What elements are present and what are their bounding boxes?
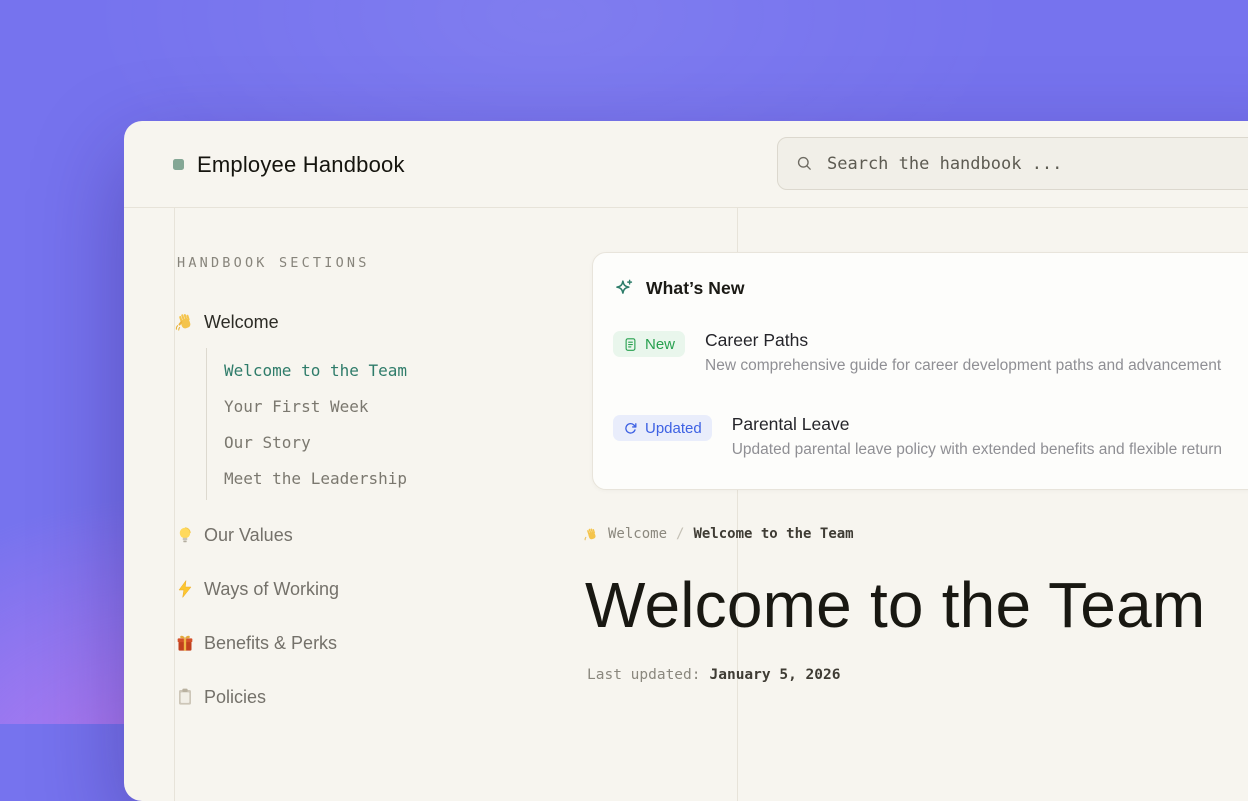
sidebar-item-label: Our Values: [204, 525, 293, 546]
last-updated-label: Last updated:: [587, 667, 701, 683]
breadcrumb: Welcome / Welcome to the Team: [584, 526, 854, 542]
whats-new-item-parental-leave[interactable]: Updated Parental Leave Updated parental …: [613, 414, 1248, 459]
waving-hand-icon: [175, 312, 195, 332]
sidebar-item-label: Benefits & Perks: [204, 633, 337, 654]
sidebar-item-label: Ways of Working: [204, 579, 339, 600]
light-bulb-icon: [175, 525, 195, 545]
lightning-bolt-icon: [175, 579, 195, 599]
whats-new-item-title: Parental Leave: [732, 414, 1222, 435]
app-header: Employee Handbook: [124, 121, 1248, 208]
page-title: Welcome to the Team: [585, 570, 1205, 640]
new-badge: New: [613, 331, 685, 357]
whats-new-header: What’s New: [613, 278, 1248, 299]
search-input[interactable]: [827, 154, 1248, 174]
breadcrumb-section[interactable]: Welcome: [608, 526, 667, 542]
whats-new-title: What’s New: [646, 278, 745, 299]
sidebar-item-label: Welcome: [204, 312, 279, 333]
whats-new-item-title: Career Paths: [705, 330, 1221, 351]
whats-new-item-description: New comprehensive guide for career devel…: [705, 357, 1221, 375]
sidebar-item-policies[interactable]: Policies: [175, 685, 714, 709]
sidebar-item-label: Policies: [204, 687, 266, 708]
breadcrumb-separator: /: [676, 526, 684, 542]
refresh-icon: [623, 421, 638, 436]
search-icon: [795, 154, 814, 173]
breadcrumb-current-page: Welcome to the Team: [693, 526, 853, 542]
last-updated-value: January 5, 2026: [710, 667, 841, 683]
document-icon: [623, 337, 638, 352]
clipboard-icon: [175, 687, 195, 707]
brand-logo-icon: [173, 159, 184, 170]
whats-new-item-text: Parental Leave Updated parental leave po…: [732, 414, 1222, 459]
gift-icon: [175, 633, 195, 653]
app-window: Employee Handbook HANDBOOK SECTIONS: [124, 121, 1248, 801]
whats-new-item-career-paths[interactable]: New Career Paths New comprehensive guide…: [613, 330, 1248, 375]
whats-new-item-text: Career Paths New comprehensive guide for…: [705, 330, 1221, 375]
updated-badge: Updated: [613, 415, 712, 441]
app-title: Employee Handbook: [197, 152, 405, 178]
waving-hand-icon: [584, 527, 599, 542]
last-updated: Last updated: January 5, 2026: [587, 667, 840, 683]
brand: Employee Handbook: [173, 121, 405, 208]
whats-new-card: What’s New New Career Paths New comprehe…: [592, 252, 1248, 490]
sparkle-icon: [613, 278, 634, 299]
search-box[interactable]: [777, 137, 1248, 190]
whats-new-item-description: Updated parental leave policy with exten…: [732, 441, 1222, 459]
